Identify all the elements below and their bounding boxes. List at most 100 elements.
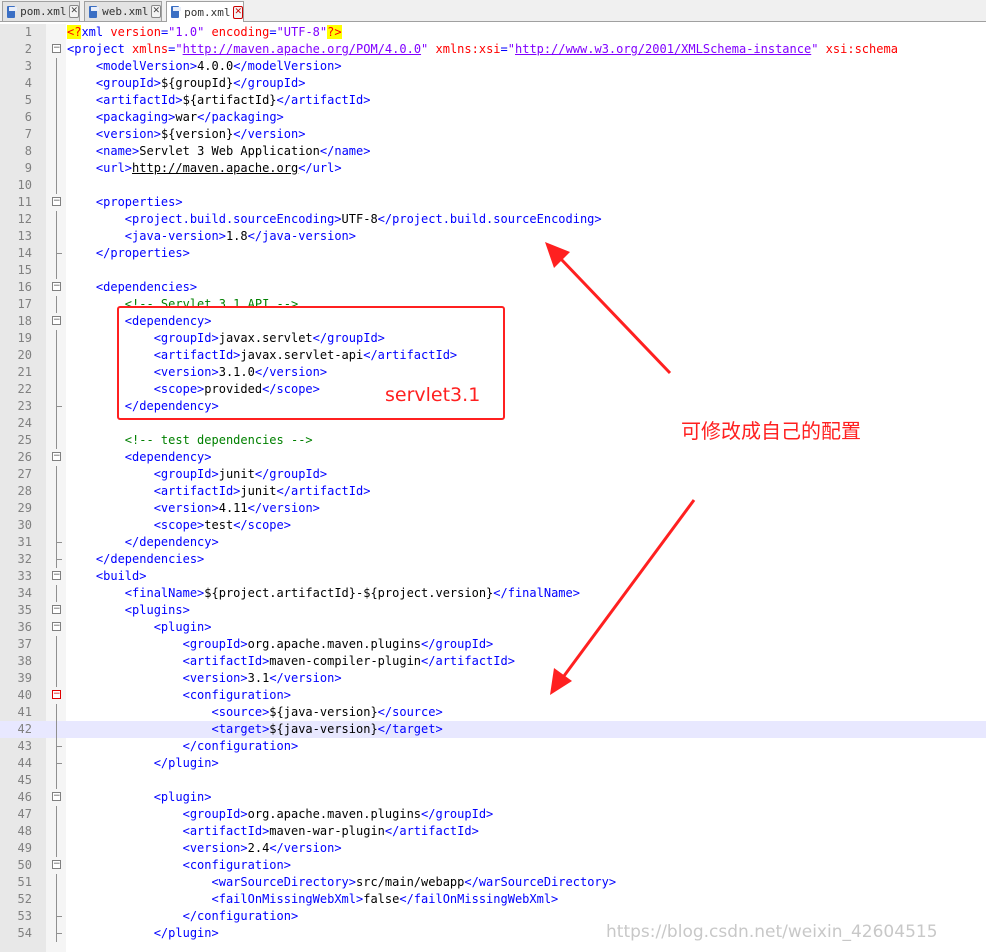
- code-line[interactable]: 27 <groupId>junit</groupId>: [0, 466, 986, 483]
- code-line[interactable]: 6 <packaging>war</packaging>: [0, 109, 986, 126]
- fold-toggle-icon[interactable]: −: [52, 282, 61, 291]
- code-token: xmlns: [124, 42, 169, 56]
- code-line[interactable]: 1 <?xml version="1.0" encoding="UTF-8"?>: [0, 24, 986, 41]
- fold-toggle-icon[interactable]: −: [52, 44, 61, 53]
- code-text: <version>3.1</version>: [67, 670, 342, 687]
- code-line[interactable]: 48 <artifactId>maven-war-plugin</artifac…: [0, 823, 986, 840]
- code-line[interactable]: 5 <artifactId>${artifactId}</artifactId>: [0, 92, 986, 109]
- fold-end-mark: [56, 406, 62, 407]
- code-line[interactable]: 28 <artifactId>junit</artifactId>: [0, 483, 986, 500]
- code-text: </configuration>: [67, 738, 299, 755]
- line-number: 24: [17, 416, 32, 430]
- code-token: <plugin>: [153, 790, 212, 804]
- fold-toggle-icon[interactable]: −: [52, 860, 61, 869]
- tab-web-xml[interactable]: web.xml ✕: [84, 1, 162, 21]
- code-line[interactable]: 2− <project xmlns="http://maven.apache.or…: [0, 41, 986, 58]
- code-line[interactable]: 47 <groupId>org.apache.maven.plugins</gr…: [0, 806, 986, 823]
- fold-guide: [56, 432, 57, 449]
- code-text: </plugin>: [67, 925, 219, 942]
- code-token: <failOnMissingWebXml>: [211, 892, 364, 906]
- close-icon[interactable]: ✕: [151, 5, 161, 18]
- fold-toggle-icon[interactable]: −: [52, 452, 61, 461]
- fold-toggle-icon[interactable]: −: [52, 622, 61, 631]
- code-line[interactable]: 36 − <plugin>: [0, 619, 986, 636]
- code-line[interactable]: 16 − <dependencies>: [0, 279, 986, 296]
- code-token: </plugin>: [153, 756, 219, 770]
- code-line[interactable]: 3 <modelVersion>4.0.0</modelVersion>: [0, 58, 986, 75]
- code-token: </artifactId>: [276, 484, 371, 498]
- code-text: <plugin>: [67, 619, 212, 636]
- code-token: ": [507, 42, 515, 56]
- code-line[interactable]: 49 <version>2.4</version>: [0, 840, 986, 857]
- code-line[interactable]: 41 <source>${java-version}</source>: [0, 704, 986, 721]
- close-icon[interactable]: ✕: [233, 5, 243, 19]
- code-text: <dependency>: [67, 449, 212, 466]
- code-line[interactable]: 51 <warSourceDirectory>src/main/webapp</…: [0, 874, 986, 891]
- code-line[interactable]: 33 − <build>: [0, 568, 986, 585]
- fold-guide: [56, 347, 57, 364]
- fold-guide: [56, 500, 57, 517]
- tab-pom-xml-1[interactable]: pom.xml ✕: [2, 1, 80, 21]
- code-line[interactable]: 8 <name>Servlet 3 Web Application</name>: [0, 143, 986, 160]
- code-line[interactable]: 7 <version>${version}</version>: [0, 126, 986, 143]
- code-line[interactable]: 35 − <plugins>: [0, 602, 986, 619]
- fold-end-mark: [56, 559, 62, 560]
- fold-toggle-icon[interactable]: −: [52, 197, 61, 206]
- code-token: </url>: [298, 161, 342, 175]
- fold-guide: [56, 806, 57, 823]
- tab-pom-xml-active[interactable]: pom.xml ✕: [166, 1, 244, 22]
- code-line[interactable]: 50 − <configuration>: [0, 857, 986, 874]
- code-token: <?: [67, 25, 82, 39]
- code-token: <version>: [153, 501, 219, 515]
- code-token: </groupId>: [254, 467, 328, 481]
- code-line[interactable]: 43 </configuration>: [0, 738, 986, 755]
- code-line[interactable]: 29 <version>4.11</version>: [0, 500, 986, 517]
- code-line[interactable]: 45: [0, 772, 986, 789]
- line-number: 40: [17, 688, 32, 702]
- code-token: 1.8: [225, 229, 248, 243]
- code-line[interactable]: 14 </properties>: [0, 245, 986, 262]
- modify-note-label: 可修改成自己的配置: [681, 419, 861, 443]
- code-line[interactable]: 39 <version>3.1</version>: [0, 670, 986, 687]
- code-line[interactable]: 44 </plugin>: [0, 755, 986, 772]
- code-text: <?xml version="1.0" encoding="UTF-8"?>: [67, 24, 342, 41]
- code-line[interactable]: 34 <finalName>${project.artifactId}-${pr…: [0, 585, 986, 602]
- code-line[interactable]: 31 </dependency>: [0, 534, 986, 551]
- code-token: ${project.artifactId}-${project.version}: [204, 586, 494, 600]
- code-line[interactable]: 32 </dependencies>: [0, 551, 986, 568]
- code-line[interactable]: 37 <groupId>org.apache.maven.plugins</gr…: [0, 636, 986, 653]
- fold-toggle-icon[interactable]: −: [52, 690, 61, 699]
- code-line[interactable]: 40 − <configuration>: [0, 687, 986, 704]
- code-token: </version>: [269, 841, 342, 855]
- code-line[interactable]: 13 <java-version>1.8</java-version>: [0, 228, 986, 245]
- code-line[interactable]: 46 − <plugin>: [0, 789, 986, 806]
- code-text: <name>Servlet 3 Web Application</name>: [67, 143, 371, 160]
- code-line[interactable]: 12 <project.build.sourceEncoding>UTF-8</…: [0, 211, 986, 228]
- close-icon[interactable]: ✕: [69, 5, 79, 18]
- code-line[interactable]: 38 <artifactId>maven-compiler-plugin</ar…: [0, 653, 986, 670]
- code-token: </properties>: [95, 246, 190, 260]
- code-line[interactable]: 11 − <properties>: [0, 194, 986, 211]
- code-line[interactable]: 4 <groupId>${groupId}</groupId>: [0, 75, 986, 92]
- line-number: 37: [17, 637, 32, 651]
- code-line[interactable]: 15: [0, 262, 986, 279]
- code-token: <groupId>: [95, 76, 161, 90]
- code-line[interactable]: 42 <target>${java-version}</target>: [0, 721, 986, 738]
- code-line[interactable]: 9 <url>http://maven.apache.org</url>: [0, 160, 986, 177]
- fold-toggle-icon[interactable]: −: [52, 792, 61, 801]
- code-line[interactable]: 52 <failOnMissingWebXml>false</failOnMis…: [0, 891, 986, 908]
- code-line[interactable]: 26 − <dependency>: [0, 449, 986, 466]
- code-text: </configuration>: [67, 908, 299, 925]
- code-line[interactable]: 10: [0, 177, 986, 194]
- fold-toggle-icon[interactable]: −: [52, 571, 61, 580]
- code-token: </version>: [233, 127, 306, 141]
- fold-toggle-icon[interactable]: −: [52, 316, 61, 325]
- code-line[interactable]: 30 <scope>test</scope>: [0, 517, 986, 534]
- fold-toggle-icon[interactable]: −: [52, 605, 61, 614]
